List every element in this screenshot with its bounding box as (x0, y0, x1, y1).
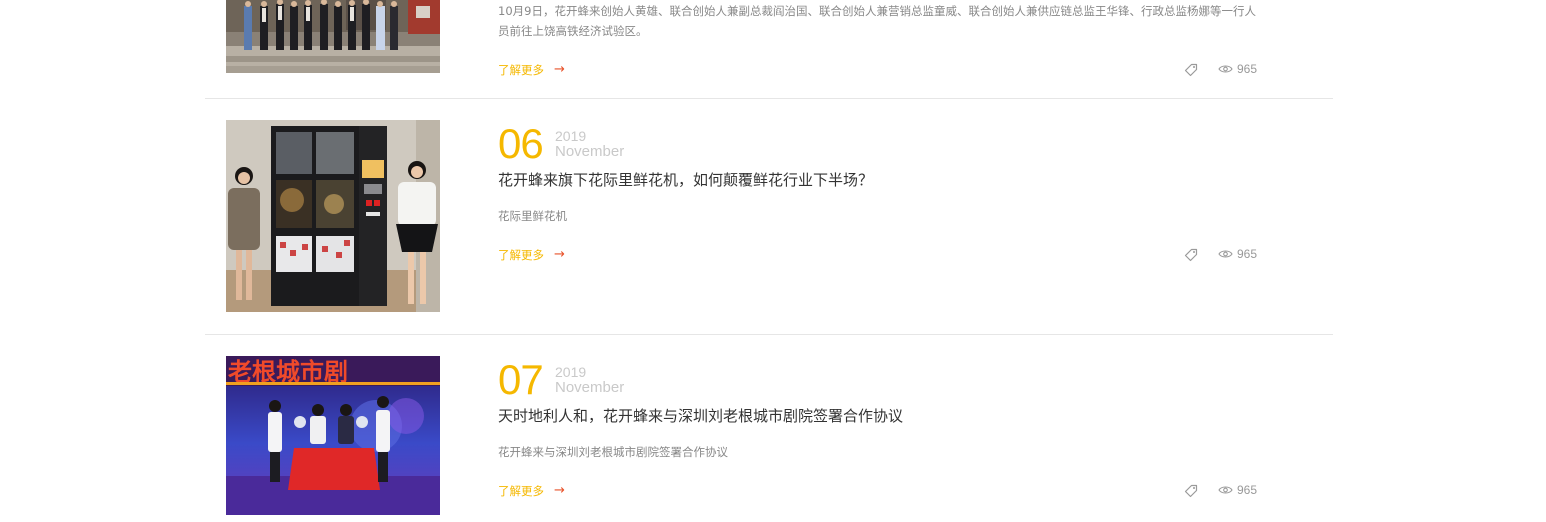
view-count-value: 965 (1237, 62, 1258, 76)
date-day: 07 (498, 356, 544, 403)
article-title[interactable]: 花开蜂来旗下花际里鲜花机，如何颠覆鲜花行业下半场？ (498, 169, 873, 190)
article-item: 老根城市剧 07 2019 November 天时地利人和，花开蜂来与深圳刘老根… (0, 335, 1546, 522)
article-item: 06 2019 November 花开蜂来旗下花际里鲜花机，如何颠覆鲜花行业下半… (0, 99, 1546, 335)
learn-more-label: 了解更多 (498, 248, 544, 262)
arrow-right-icon: → (554, 247, 565, 262)
date-year: 2019 (555, 364, 587, 380)
article-description: 花开蜂来与深圳刘老根城市剧院签署合作协议 (498, 445, 728, 459)
learn-more-label: 了解更多 (498, 63, 544, 77)
date-month: November (555, 143, 625, 160)
eye-icon (1218, 250, 1233, 258)
view-count-value: 965 (1237, 247, 1258, 261)
article-thumbnail[interactable] (226, 0, 440, 73)
article-title[interactable]: 天时地利人和，花开蜂来与深圳刘老根城市剧院签署合作协议 (498, 405, 903, 426)
article-thumbnail[interactable] (226, 120, 440, 312)
arrow-right-icon: → (554, 62, 565, 77)
view-count: 965 (1218, 62, 1257, 76)
banner-text: 老根城市剧 (228, 358, 348, 386)
date-month: November (555, 379, 625, 396)
learn-more-link[interactable]: 了解更多 → (498, 62, 565, 78)
learn-more-label: 了解更多 (498, 484, 544, 498)
tag-icon[interactable] (1184, 248, 1198, 262)
article-description: 花际里鲜花机 (498, 209, 567, 223)
article-thumbnail[interactable]: 老根城市剧 (226, 356, 440, 515)
tag-icon[interactable] (1184, 484, 1198, 498)
date-year: 2019 (555, 128, 587, 144)
view-count: 965 (1218, 247, 1257, 261)
view-count: 965 (1218, 483, 1257, 497)
article-description: 10月9日，花开蜂来创始人黄雄、联合创始人兼副总裁阎治国、联合创始人兼营销总监童… (498, 4, 1256, 38)
arrow-right-icon: → (554, 483, 565, 498)
eye-icon (1218, 486, 1233, 494)
learn-more-link[interactable]: 了解更多 → (498, 247, 565, 263)
learn-more-link[interactable]: 了解更多 → (498, 483, 565, 499)
article-item: 10月9日，花开蜂来创始人黄雄、联合创始人兼副总裁阎治国、联合创始人兼营销总监童… (0, 0, 1546, 99)
tag-icon[interactable] (1184, 63, 1198, 77)
view-count-value: 965 (1237, 483, 1258, 497)
eye-icon (1218, 65, 1233, 73)
date-day: 06 (498, 120, 544, 167)
